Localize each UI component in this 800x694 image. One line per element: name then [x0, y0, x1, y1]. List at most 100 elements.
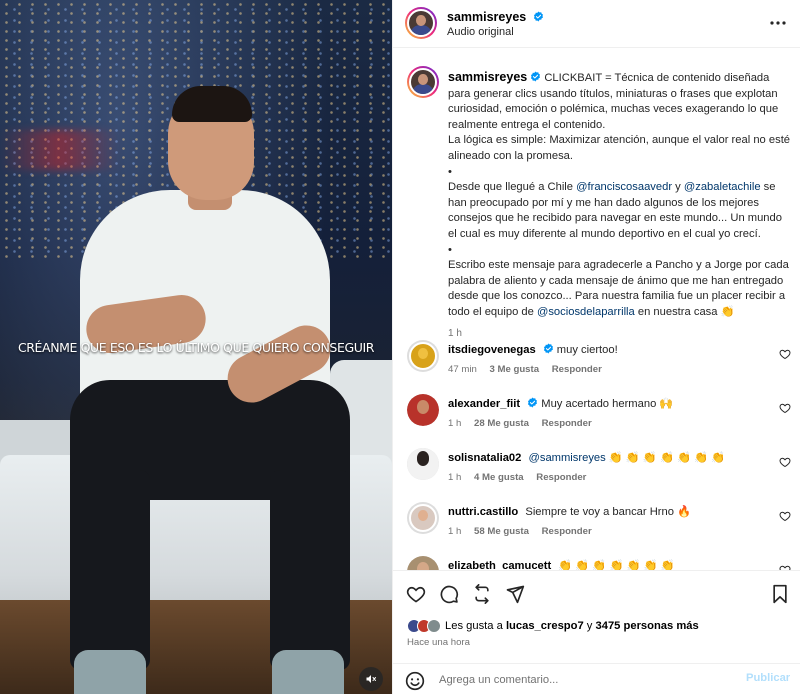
liker-avatar — [427, 619, 441, 633]
likes-summary[interactable]: Les gusta a lucas_crespo7 y 3475 persona… — [407, 617, 699, 635]
commenter-username[interactable]: itsdiegovenegas — [448, 344, 536, 356]
person-hair — [172, 86, 252, 122]
comment-item: solisnatalia02 @sammisreyes 👏 👏 👏 👏 👏 👏 … — [407, 448, 795, 496]
video-subtitle: CRÉANME QUE ESO ES LO ÚLTIMO QUE QUIERO … — [17, 340, 375, 355]
comment-body: solisnatalia02 @sammisreyes 👏 👏 👏 👏 👏 👏 … — [448, 451, 768, 464]
send-button[interactable] — [504, 583, 526, 605]
likes-text: Les gusta a lucas_crespo7 y 3475 persona… — [445, 620, 699, 632]
bookmark-icon — [773, 584, 787, 604]
post-header: sammisreyes Audio original — [393, 0, 800, 48]
comment-time[interactable]: 1 h — [448, 418, 461, 429]
add-comment-bar: Publicar — [393, 663, 800, 694]
post-details-panel: sammisreyes Audio original sammisreyes C… — [392, 0, 800, 694]
audio-link[interactable]: Audio original — [447, 26, 514, 38]
like-comment-heart-icon[interactable] — [779, 456, 791, 468]
post-comment-button[interactable]: Publicar — [746, 672, 790, 684]
caption-timestamp[interactable]: 1 h — [448, 328, 462, 339]
likes-others-count[interactable]: 3475 personas más — [596, 620, 699, 632]
comment-likes[interactable]: 3 Me gusta — [489, 364, 539, 375]
mute-icon — [366, 675, 376, 683]
caption-paragraph-3: Desde que llegué a Chile @franciscosaave… — [448, 180, 793, 242]
caption-p4-end: en nuestra casa 👏 — [634, 305, 735, 318]
comment-text: Siempre te voy a bancar Hrno 🔥 — [525, 506, 692, 518]
caption-bullet-1: • — [448, 165, 452, 178]
reply-button[interactable]: Responder — [552, 364, 602, 375]
author-username-text[interactable]: sammisreyes — [447, 10, 526, 24]
mention-link-sociosdelaparrilla[interactable]: @sociosdelaparrilla — [537, 306, 635, 318]
like-comment-heart-icon[interactable] — [779, 348, 791, 360]
like-comment-heart-icon[interactable] — [779, 510, 791, 522]
comment-text: Muy acertado hermano 🙌 — [541, 398, 674, 410]
commenter-avatar[interactable] — [407, 448, 439, 480]
comment-body: alexander_fiit Muy acertado hermano 🙌 — [448, 397, 768, 410]
comment-text: muy ciertoo! — [556, 344, 618, 356]
mention-link-franciscosaavedr[interactable]: @franciscosaavedr — [576, 181, 672, 193]
comment-likes[interactable]: 58 Me gusta — [474, 526, 529, 537]
comment-text: 👏 👏 👏 👏 👏 👏 👏 — [605, 452, 726, 464]
comment-time[interactable]: 1 h — [448, 526, 461, 537]
commenter-avatar[interactable] — [407, 340, 439, 372]
person-shoe-right — [272, 650, 344, 694]
commenter-username[interactable]: elizabeth_camucett — [448, 560, 551, 570]
post-time-ago[interactable]: Hace una hora — [407, 637, 470, 648]
like-button[interactable] — [405, 583, 427, 605]
comments-scroll-area[interactable]: sammisreyes CLICKBAIT = Técnica de conte… — [393, 48, 800, 570]
comment-item: nuttri.castillo Siempre te voy a bancar … — [407, 502, 795, 550]
caption-p3-and: y — [672, 181, 684, 194]
person-leg-left — [70, 470, 150, 670]
commenter-avatar[interactable] — [407, 502, 439, 534]
commenter-username[interactable]: nuttri.castillo — [448, 506, 518, 518]
comment-button[interactable] — [438, 583, 460, 605]
comment-item: itsdiegovenegas muy ciertoo! 47 min 3 Me… — [407, 340, 795, 388]
comment-meta: 47 min 3 Me gusta Responder — [448, 364, 612, 375]
author-avatar[interactable] — [405, 7, 437, 39]
reply-button[interactable]: Responder — [542, 526, 592, 537]
likes-and: y — [583, 620, 596, 632]
comment-icon — [440, 585, 459, 604]
author-username[interactable]: sammisreyes — [447, 10, 544, 24]
person-leg-right — [270, 470, 350, 670]
commenter-username[interactable]: alexander_fiit — [448, 398, 520, 410]
verified-icon — [531, 71, 541, 82]
repost-button[interactable] — [471, 583, 493, 605]
save-button[interactable] — [769, 583, 791, 605]
caption-username[interactable]: sammisreyes — [448, 70, 527, 84]
heart-icon — [406, 586, 426, 603]
comment-input[interactable] — [439, 669, 739, 691]
mention-link-sammisreyes[interactable]: @sammisreyes — [529, 452, 606, 464]
share-icon — [475, 584, 489, 604]
reply-button[interactable]: Responder — [542, 418, 592, 429]
person-shoe-left — [74, 650, 146, 694]
mention-link-zabaletachile[interactable]: @zabaletachile — [684, 181, 761, 193]
post-video[interactable]: CRÉANME QUE ESO ES LO ÚLTIMO QUE QUIERO … — [0, 0, 392, 694]
reply-button[interactable]: Responder — [536, 472, 586, 483]
emoji-button[interactable] — [405, 671, 425, 691]
mute-button[interactable] — [359, 667, 383, 691]
comment-body: elizabeth_camucett 👏 👏 👏 👏 👏 👏 👏 — [448, 559, 768, 570]
comment-item: alexander_fiit Muy acertado hermano 🙌 1 … — [407, 394, 795, 442]
caption-p3-start: Desde que llegué a Chile — [448, 181, 577, 194]
more-options-button[interactable] — [767, 13, 789, 33]
post-actions: Les gusta a lucas_crespo7 y 3475 persona… — [393, 570, 800, 694]
verified-icon — [533, 11, 543, 22]
comment-likes[interactable]: 4 Me gusta — [474, 472, 524, 483]
commenter-avatar[interactable] — [407, 556, 439, 570]
caption-paragraph-4: Escribo este mensaje para agradecerle a … — [448, 258, 793, 320]
verified-icon — [528, 397, 538, 408]
comment-time[interactable]: 47 min — [448, 364, 477, 375]
caption-paragraph-2: La lógica es simple: Maximizar atención,… — [448, 134, 791, 162]
emoji-icon — [405, 671, 425, 691]
liker-username[interactable]: lucas_crespo7 — [506, 620, 584, 632]
send-icon — [506, 585, 525, 604]
comment-likes[interactable]: 28 Me gusta — [474, 418, 529, 429]
comment-body: nuttri.castillo Siempre te voy a bancar … — [448, 505, 768, 518]
caption-avatar[interactable] — [407, 66, 439, 98]
commenter-avatar[interactable] — [407, 394, 439, 426]
caption-bullet-2: • — [448, 243, 452, 256]
comment-time[interactable]: 1 h — [448, 472, 461, 483]
comment-text: 👏 👏 👏 👏 👏 👏 👏 — [558, 560, 675, 570]
commenter-username[interactable]: solisnatalia02 — [448, 452, 521, 464]
like-comment-heart-icon[interactable] — [779, 402, 791, 414]
likes-prefix: Les gusta a — [445, 620, 506, 632]
comment-meta: 1 h 28 Me gusta Responder — [448, 418, 602, 429]
